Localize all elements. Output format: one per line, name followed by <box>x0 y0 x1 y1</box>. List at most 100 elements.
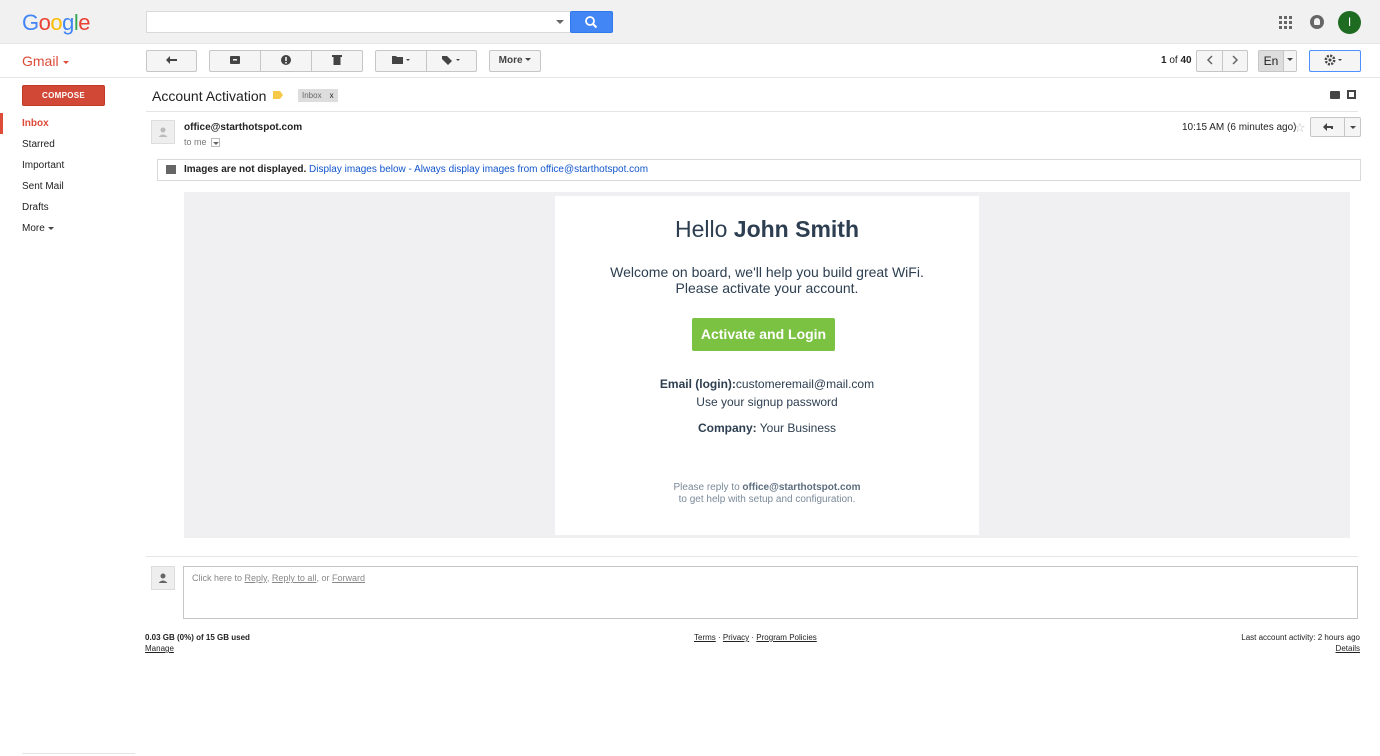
help-email[interactable]: office@starthotspot.com <box>742 482 860 493</box>
label-chip-inbox[interactable]: Inbox x <box>298 89 338 102</box>
back-to-inbox-button[interactable] <box>146 50 197 72</box>
sidebar-nav: Inbox Starred Important Sent Mail Drafts… <box>0 113 135 239</box>
login-email-label: Email (login): <box>659 377 736 391</box>
forward-link[interactable]: Forward <box>332 573 365 583</box>
welcome-text: Welcome on board, we'll help you build g… <box>555 264 979 296</box>
reply-prompt: Click here to <box>192 573 243 583</box>
apps-grid-icon[interactable] <box>1279 16 1292 29</box>
chevron-down-icon <box>62 60 69 64</box>
greeting: Hello John Smith <box>555 216 979 243</box>
trash-icon <box>332 55 342 66</box>
chevron-left-icon <box>1206 55 1213 65</box>
folder-icon <box>392 56 410 65</box>
recipient-name: John Smith <box>733 216 860 242</box>
reply-button-group <box>1310 117 1361 137</box>
more-actions-button[interactable]: More <box>489 50 541 72</box>
search-box <box>146 11 571 33</box>
importance-marker-icon[interactable] <box>273 91 283 99</box>
manage-storage-link[interactable]: Manage <box>145 644 250 653</box>
gmail-menu[interactable]: Gmail <box>22 53 69 69</box>
account-avatar[interactable]: I <box>1338 11 1361 34</box>
footer-dot: · <box>718 633 721 642</box>
language-label: En <box>1263 54 1279 68</box>
search-icon <box>585 16 598 29</box>
account-activity: Last account activity: 2 hours ago Detai… <box>1241 633 1360 653</box>
sidebar-item-more[interactable]: More <box>0 218 135 239</box>
back-arrow-icon <box>165 56 177 65</box>
sidebar-item-label: Sent Mail <box>22 181 64 192</box>
recipient-label: to me <box>184 137 207 147</box>
archive-button[interactable] <box>209 50 260 72</box>
label-icon <box>441 56 460 66</box>
labels-button[interactable] <box>426 50 477 72</box>
sender-email[interactable]: office@starthotspot.com <box>184 122 302 133</box>
sender-avatar <box>151 120 175 144</box>
search-options-dropdown-icon[interactable] <box>556 20 564 24</box>
input-tools-dropdown[interactable] <box>1283 50 1297 72</box>
sidebar-item-sent-mail[interactable]: Sent Mail <box>0 176 135 197</box>
more-reply-options-button[interactable] <box>1344 118 1360 136</box>
details-link[interactable]: Details <box>1241 644 1360 653</box>
remove-label-button[interactable]: x <box>330 91 334 100</box>
greeting-prefix: Hello <box>674 216 728 242</box>
footer-dot: · <box>751 633 755 642</box>
move-to-button[interactable] <box>375 50 426 72</box>
compose-button[interactable]: COMPOSE <box>22 85 105 106</box>
sidebar-item-inbox[interactable]: Inbox <box>0 113 135 134</box>
company-label: Company: <box>697 421 757 435</box>
sidebar-item-drafts[interactable]: Drafts <box>0 197 135 218</box>
sidebar-item-label: Starred <box>22 139 55 150</box>
older-button[interactable] <box>1222 50 1248 72</box>
quick-reply-box[interactable]: Click here to Reply, Reply to all, or Fo… <box>183 566 1358 619</box>
sidebar-item-label: Inbox <box>22 118 49 129</box>
reply-button[interactable] <box>1311 118 1345 136</box>
sidebar-item-label: Important <box>22 160 65 171</box>
logo-letter: e <box>78 10 91 35</box>
sidebar-item-important[interactable]: Important <box>0 155 135 176</box>
recipient-line: to me <box>184 137 220 148</box>
star-icon[interactable]: ☆ <box>1294 120 1306 136</box>
settings-button[interactable] <box>1309 50 1361 72</box>
pager-current: 1 <box>1161 55 1167 66</box>
program-policies-link[interactable]: Program Policies <box>756 633 816 642</box>
reply-all-link[interactable]: Reply to all <box>272 573 317 583</box>
notifications-icon[interactable] <box>1310 15 1324 29</box>
display-images-link[interactable]: Display images below <box>309 164 406 175</box>
report-spam-button[interactable] <box>260 50 311 72</box>
logo-letter: o <box>50 10 63 35</box>
spam-icon <box>281 55 291 66</box>
person-icon <box>158 127 168 137</box>
welcome-line-2: Please activate your account. <box>675 280 859 296</box>
person-icon <box>158 573 168 583</box>
company-line: Company: Your Business <box>555 421 979 435</box>
new-window-icon[interactable] <box>1347 90 1356 99</box>
reply-link[interactable]: Reply <box>245 573 267 583</box>
email-content-card: Hello John Smith Welcome on board, we'll… <box>555 196 979 535</box>
reply-icon <box>1323 123 1333 131</box>
newer-button[interactable] <box>1196 50 1222 72</box>
welcome-line-1: Welcome on board, we'll help you build g… <box>610 264 924 280</box>
company-value: Your Business <box>759 421 837 435</box>
terms-link[interactable]: Terms <box>694 633 716 642</box>
label-chip-text: Inbox <box>302 91 322 100</box>
google-logo[interactable]: Google <box>22 10 91 36</box>
pager-total: 40 <box>1180 55 1192 66</box>
divider <box>146 556 1358 557</box>
gear-icon <box>1324 54 1342 66</box>
search-input[interactable] <box>147 12 547 32</box>
sidebar-item-starred[interactable]: Starred <box>0 134 135 155</box>
always-display-images-link[interactable]: Always display images from office@starth… <box>414 164 648 175</box>
search-button[interactable] <box>570 11 613 33</box>
show-details-button[interactable] <box>210 138 220 148</box>
delete-button[interactable] <box>311 50 363 72</box>
print-icon[interactable] <box>1330 91 1340 99</box>
footer-links: Terms · Privacy · Program Policies <box>694 633 817 642</box>
login-email-value: customeremail@mail.com <box>735 377 875 391</box>
privacy-link[interactable]: Privacy <box>723 633 749 642</box>
input-tools-button[interactable]: En <box>1258 50 1283 72</box>
more-actions-label: More <box>498 55 523 66</box>
storage-usage: 0.03 GB (0%) of 15 GB used <box>145 633 250 642</box>
password-note: Use your signup password <box>696 395 838 409</box>
activate-and-login-button[interactable]: Activate and Login <box>692 318 835 351</box>
help-prefix: Please reply to <box>673 482 740 493</box>
